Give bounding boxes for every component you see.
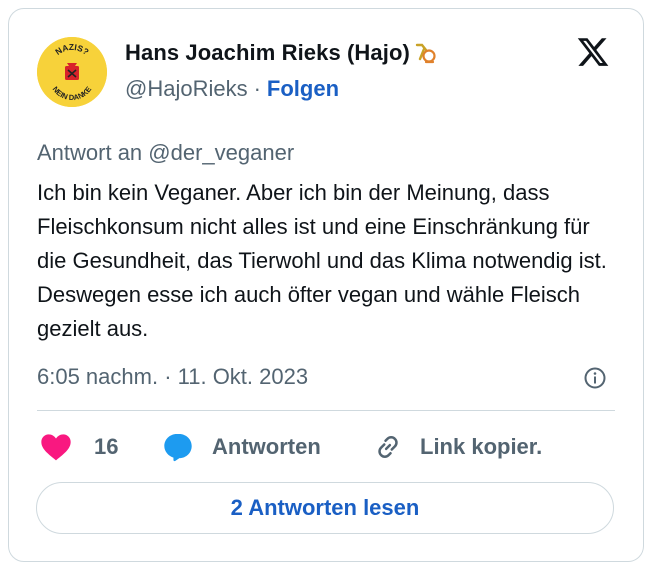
like-count: 16	[94, 434, 119, 459]
reply-to-label[interactable]: Antwort an @der_veganer	[37, 140, 294, 166]
heart-icon	[41, 434, 71, 461]
reply-label: Antworten	[212, 434, 321, 459]
divider	[37, 410, 615, 411]
reply-button[interactable]: Antworten	[162, 432, 321, 462]
read-replies-button[interactable]: 2 Antworten lesen	[36, 482, 614, 534]
avatar[interactable]: NAZIS? NEIN DANKE	[37, 37, 107, 107]
follow-button[interactable]: Folgen	[267, 76, 339, 102]
like-button[interactable]: 16	[40, 432, 118, 462]
horn-icon	[415, 43, 436, 64]
author-name[interactable]: Hans Joachim Rieks (Hajo)	[125, 40, 410, 66]
link-icon	[378, 436, 398, 458]
copy-link-button[interactable]: Link kopier.	[372, 432, 542, 462]
x-logo-icon[interactable]	[575, 35, 611, 69]
speech-bubble-icon	[164, 433, 192, 462]
author-handle-row: @HajoRieks · Folgen	[125, 76, 339, 102]
separator-dot: ·	[253, 76, 261, 101]
info-icon[interactable]	[583, 366, 607, 390]
copy-link-label: Link kopier.	[420, 434, 543, 459]
tweet-text: Ich bin kein Veganer. Aber ich bin der M…	[37, 180, 607, 341]
tweet-timestamp[interactable]: 6:05 nachm. · 11. Okt. 2023	[37, 364, 308, 390]
author-name-row: Hans Joachim Rieks (Hajo)	[125, 40, 438, 66]
author-handle[interactable]: @HajoRieks	[125, 76, 248, 102]
avatar-image: NAZIS? NEIN DANKE	[37, 37, 107, 107]
